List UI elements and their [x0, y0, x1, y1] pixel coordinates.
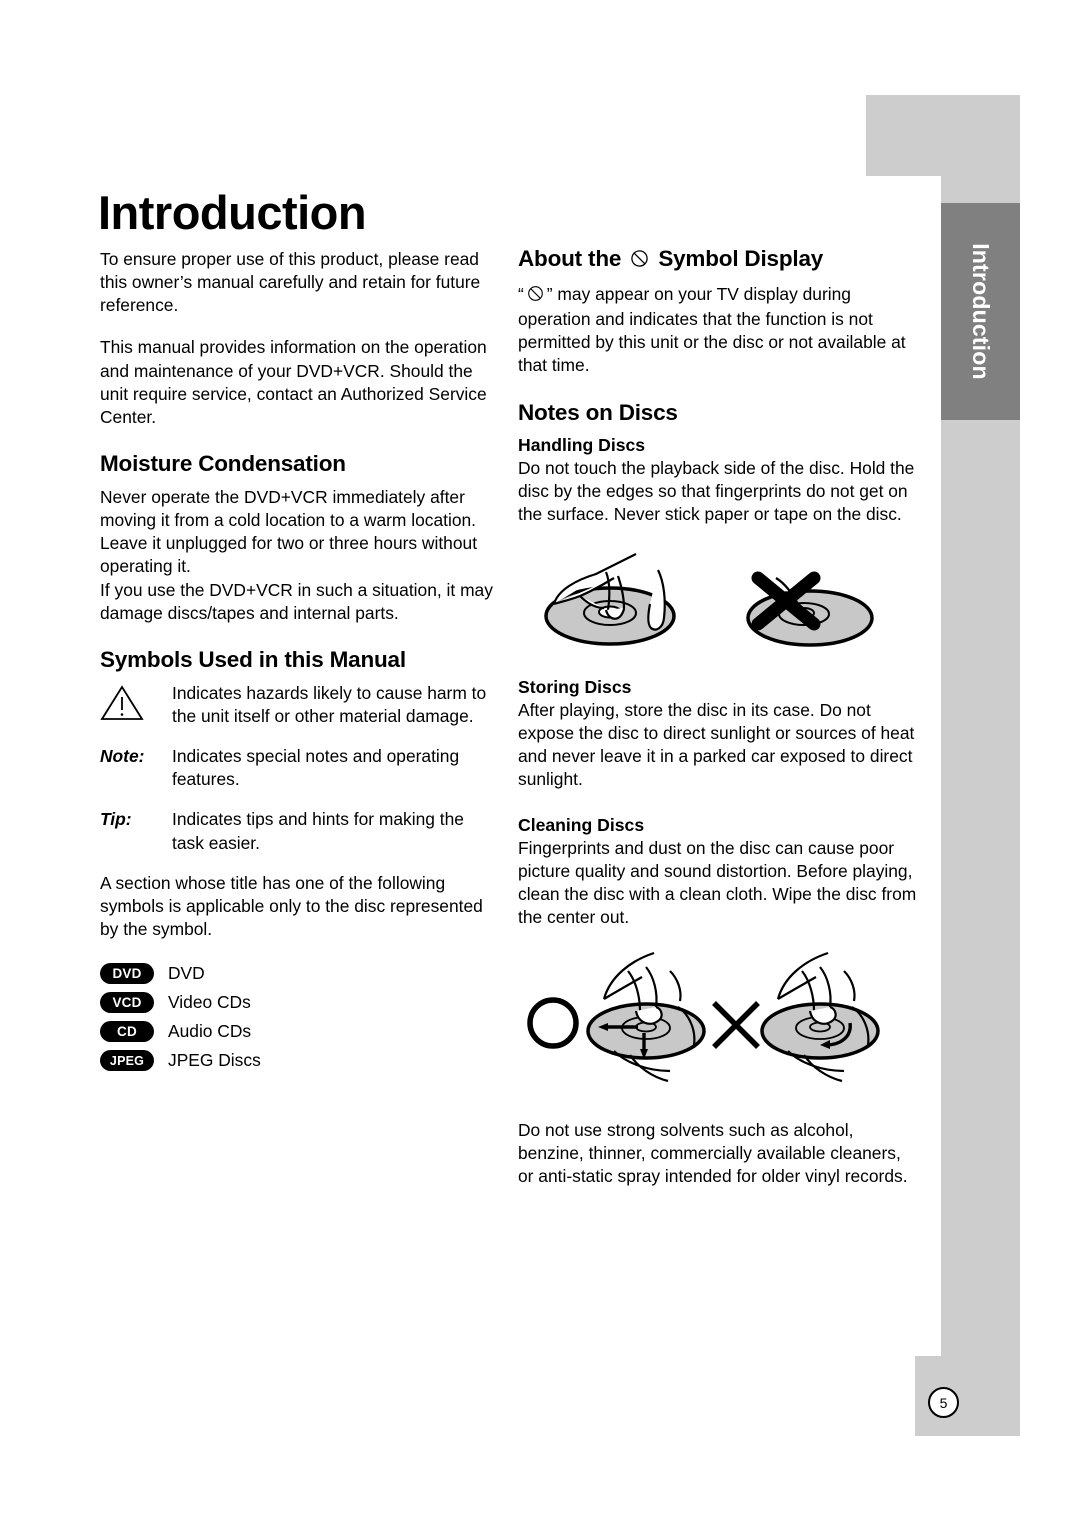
cleaning-discs-illustration: [518, 941, 918, 1111]
dvd-badge-label: DVD: [168, 963, 205, 984]
disc-badge-row-cd: CD Audio CDs: [100, 1021, 500, 1043]
cleaning-discs-subheading: Cleaning Discs: [518, 814, 645, 835]
about-symbol-heading-after: Symbol Display: [658, 246, 824, 271]
disc-badge-list: DVD DVD VCD Video CDs CD Audio CDs JPEG …: [100, 963, 500, 1072]
page-title: Introduction: [98, 186, 367, 239]
cd-badge-icon: CD: [100, 1021, 154, 1043]
about-symbol-paragraph: “” may appear on your TV display during …: [518, 283, 918, 378]
prohibition-symbol-inline-icon: [527, 285, 544, 308]
about-symbol-open-quote: “: [518, 284, 524, 304]
left-column: To ensure proper use of this product, pl…: [100, 248, 500, 1079]
symbols-closing-paragraph: A section whose title has one of the fol…: [100, 872, 483, 939]
page-number: 5: [928, 1387, 959, 1418]
disc-badge-row-vcd: VCD Video CDs: [100, 992, 500, 1014]
handling-discs-text: Do not touch the playback side of the di…: [518, 457, 915, 524]
vcd-badge-icon: VCD: [100, 992, 154, 1014]
side-tab-dark: Introduction: [941, 203, 1020, 420]
symbol-note-key: Note:: [100, 746, 145, 767]
symbol-row-warning: Indicates hazards likely to cause harm t…: [100, 682, 500, 728]
prohibition-symbol-icon: [630, 248, 649, 274]
moisture-condensation-heading: Moisture Condensation: [100, 450, 346, 476]
warning-triangle-icon: [100, 682, 172, 722]
vcd-badge-label: Video CDs: [168, 992, 251, 1013]
handling-discs-illustration: [518, 538, 918, 669]
about-symbol-heading-before: About the: [518, 246, 622, 271]
cross-not-ok-marker-icon: [712, 1001, 760, 1050]
disc-wipe-radial-icon: [586, 952, 706, 1083]
moisture-paragraph-2: If you use the DVD+VCR in such a situati…: [100, 579, 493, 623]
disc-badge-row-jpeg: JPEG JPEG Discs: [100, 1050, 500, 1072]
disc-wipe-circular-icon: [760, 952, 880, 1083]
symbol-warning-description: Indicates hazards likely to cause harm t…: [172, 682, 487, 726]
handling-discs-subheading: Handling Discs: [518, 434, 646, 455]
intro-paragraph-2: This manual provides information on the …: [100, 337, 487, 427]
moisture-paragraph-1: Never operate the DVD+VCR immediately af…: [100, 486, 478, 577]
jpeg-badge-label: JPEG Discs: [168, 1050, 261, 1071]
disc-incorrect-touch-icon: [746, 571, 874, 647]
about-symbol-paragraph-text: ” may appear on your TV display during o…: [518, 284, 906, 376]
symbol-tip-key: Tip:: [100, 809, 132, 830]
notes-on-discs-heading: Notes on Discs: [518, 399, 678, 425]
right-column: About the Symbol Display “” may appear o…: [518, 246, 918, 1208]
cd-badge-label: Audio CDs: [168, 1021, 252, 1042]
symbol-tip-description: Indicates tips and hints for making the …: [172, 809, 464, 853]
disc-badge-row-dvd: DVD DVD: [100, 963, 500, 985]
storing-discs-text: After playing, store the disc in its cas…: [518, 699, 915, 790]
side-tab-label: Introduction: [968, 243, 994, 380]
cleaning-discs-text: Fingerprints and dust on the disc can ca…: [518, 837, 917, 927]
intro-paragraph-1: To ensure proper use of this product, pl…: [100, 249, 481, 316]
symbol-row-note: Note: Indicates special notes and operat…: [100, 745, 500, 791]
symbol-row-tip: Tip: Indicates tips and hints for making…: [100, 808, 500, 854]
solvents-warning-text: Do not use strong solvents such as alcoh…: [518, 1120, 908, 1187]
about-symbol-heading: About the Symbol Display: [518, 246, 918, 274]
jpeg-badge-icon: JPEG: [100, 1050, 154, 1072]
symbols-used-heading: Symbols Used in this Manual: [100, 646, 406, 672]
symbol-note-description: Indicates special notes and operating fe…: [172, 746, 460, 790]
manual-page: Introduction 5 Introduction To ensure pr…: [0, 0, 1080, 1528]
storing-discs-subheading: Storing Discs: [518, 676, 632, 697]
disc-correct-hold-icon: [544, 553, 676, 646]
circle-ok-marker-icon: [527, 997, 579, 1049]
dvd-badge-icon: DVD: [100, 963, 154, 985]
